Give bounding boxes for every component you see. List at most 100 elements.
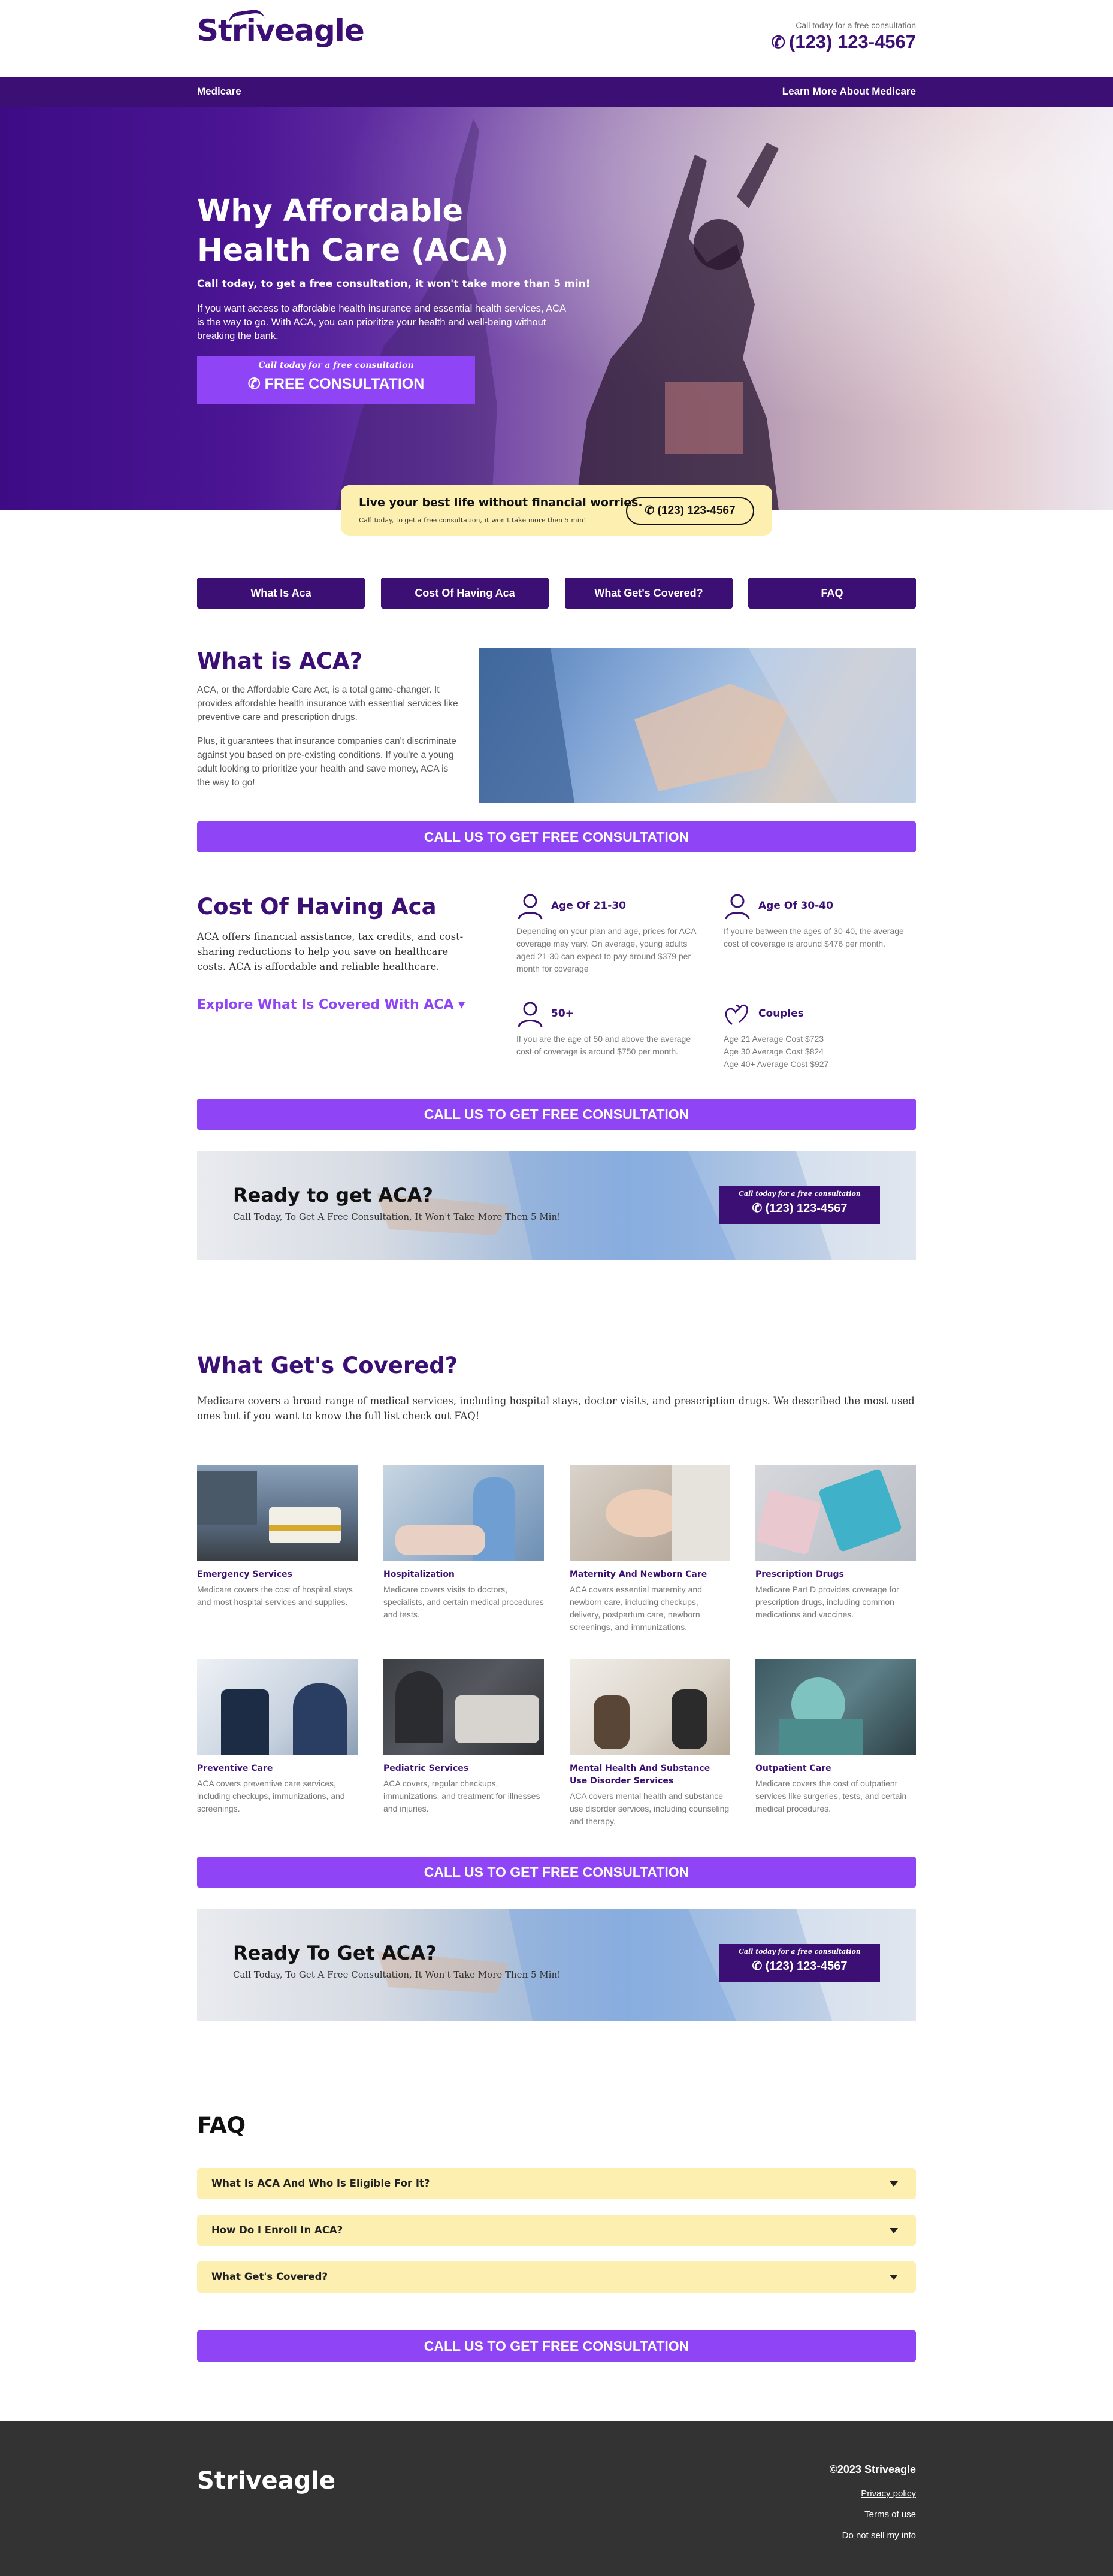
card-hospitalization: Hospitalization Medicare covers visits t… bbox=[383, 1465, 544, 1621]
what-is-p2: Plus, it guarantees that insurance compa… bbox=[197, 736, 456, 788]
age-desc: Depending on your plan and age, prices f… bbox=[516, 926, 696, 973]
footer-link-privacy[interactable]: Privacy policy bbox=[861, 2489, 916, 2499]
callout-phone-button[interactable]: ✆ (123) 123-4567 bbox=[626, 497, 754, 525]
faq-question: What Is ACA And Who Is Eligible For It? bbox=[211, 2178, 430, 2189]
pills-photo bbox=[755, 1465, 916, 1561]
what-is-title: What is ACA? bbox=[197, 648, 363, 674]
newborn-photo bbox=[570, 1465, 730, 1561]
header-phone-block: Call today for a free consultation ✆ (123… bbox=[772, 20, 916, 53]
card-desc: ACA covers, regular checkups, immunizati… bbox=[383, 1779, 540, 1813]
faq-item-3[interactable]: What Get's Covered? bbox=[197, 2261, 916, 2293]
footer-copyright: ©2023 Striveagle bbox=[829, 2463, 916, 2475]
age-desc: Age 21 Average Cost $723 Age 30 Average … bbox=[724, 1033, 915, 1071]
cta-button-1[interactable]: CALL US TO GET FREE CONSULTATION bbox=[197, 821, 916, 852]
card-prescription: Prescription Drugs Medicare Part D provi… bbox=[755, 1465, 916, 1621]
card-title: Outpatient Care bbox=[755, 1764, 831, 1773]
cta-button-4[interactable]: CALL US TO GET FREE CONSULTATION bbox=[197, 2330, 916, 2362]
nav-link-medicare[interactable]: Medicare bbox=[197, 86, 241, 98]
hero-body: If you want access to affordable health … bbox=[197, 303, 566, 341]
banner-btn-top: Call today for a free consultation bbox=[739, 1948, 861, 1955]
callout-title: Live your best life without financial wo… bbox=[359, 496, 643, 509]
footer-logo[interactable]: Striveagle bbox=[197, 2467, 335, 2495]
age-block-couples: Couples Age 21 Average Cost $723 Age 30 … bbox=[724, 1000, 915, 1078]
banner-title: Ready to get ACA? bbox=[233, 1184, 433, 1207]
covered-title: What Get's Covered? bbox=[197, 1353, 458, 1378]
banner-title: Ready To Get ACA? bbox=[233, 1942, 437, 1964]
card-title: Pediatric Services bbox=[383, 1764, 469, 1773]
hero-btn-label: FREE CONSULTATION bbox=[264, 376, 425, 392]
hero-subtitle: Call today, to get a free consultation, … bbox=[197, 278, 591, 290]
phone-icon: ✆ bbox=[645, 504, 658, 517]
card-outpatient: Outpatient Care Medicare covers the cost… bbox=[755, 1659, 916, 1815]
card-desc: ACA covers essential maternity and newbo… bbox=[570, 1585, 702, 1632]
card-title: Emergency Services bbox=[197, 1570, 292, 1579]
age-title: 50+ bbox=[551, 1008, 574, 1020]
banner-phone-button[interactable]: Call today for a free consultation ✆ (12… bbox=[719, 1944, 880, 1982]
header-phone-number: (123) 123-4567 bbox=[789, 31, 916, 52]
what-is-p1: ACA, or the Affordable Care Act, is a to… bbox=[197, 685, 458, 722]
card-emergency: Emergency Services Medicare covers the c… bbox=[197, 1465, 358, 1609]
couples-line-3: Age 40+ Average Cost $927 bbox=[724, 1059, 829, 1069]
faq-question: What Get's Covered? bbox=[211, 2271, 328, 2282]
card-title: Maternity And Newborn Care bbox=[570, 1570, 707, 1579]
tab-covered[interactable]: What Get's Covered? bbox=[565, 578, 733, 609]
card-desc: ACA covers preventive care services, inc… bbox=[197, 1779, 345, 1813]
hero-section: Why Affordable Health Care (ACA) Call to… bbox=[0, 107, 1113, 510]
hearts-icon bbox=[725, 1004, 748, 1025]
phone-icon: ✆ bbox=[752, 1960, 766, 1973]
footer-link-terms[interactable]: Terms of use bbox=[864, 2510, 916, 2520]
callout-sub: Call today, to get a free consultation, … bbox=[359, 516, 586, 524]
age-title: Age Of 21-30 bbox=[551, 900, 626, 912]
card-mental-health: Mental Health And Substance Use Disorder… bbox=[570, 1659, 730, 1828]
card-title: Hospitalization bbox=[383, 1570, 455, 1579]
ready-banner-1: Ready to get ACA? Call Today, To Get A F… bbox=[197, 1151, 916, 1260]
explore-link-text: Explore What Is Covered With ACA bbox=[197, 997, 454, 1012]
site-footer: Striveagle ©2023 Striveagle Privacy poli… bbox=[0, 2421, 1113, 2576]
faq-item-2[interactable]: How Do I Enroll In ACA? bbox=[197, 2215, 916, 2246]
chevron-down-icon bbox=[890, 2228, 898, 2233]
surgery-photo bbox=[755, 1659, 916, 1755]
header-phone-link[interactable]: ✆ (123) 123-4567 bbox=[772, 31, 916, 53]
tab-cost[interactable]: Cost Of Having Aca bbox=[381, 578, 549, 609]
covered-body: Medicare covers a broad range of medical… bbox=[197, 1395, 915, 1422]
ambulance-photo bbox=[197, 1465, 358, 1561]
tab-faq[interactable]: FAQ bbox=[748, 578, 916, 609]
banner-phone-number: (123) 123-4567 bbox=[765, 1960, 848, 1973]
card-desc: Medicare covers the cost of hospital sta… bbox=[197, 1585, 353, 1607]
age-title: Age Of 30-40 bbox=[758, 900, 833, 912]
footer-link-do-not-sell[interactable]: Do not sell my info bbox=[842, 2530, 916, 2541]
banner-sub: Call Today, To Get A Free Consultation, … bbox=[233, 1211, 561, 1222]
card-desc: Medicare Part D provides coverage for pr… bbox=[755, 1585, 899, 1619]
logo[interactable]: Striveagle bbox=[197, 8, 365, 48]
banner-phone-button[interactable]: Call today for a free consultation ✆ (12… bbox=[719, 1186, 880, 1224]
card-preventive: Preventive Care ACA covers preventive ca… bbox=[197, 1659, 358, 1815]
cta-button-3[interactable]: CALL US TO GET FREE CONSULTATION bbox=[197, 1857, 916, 1888]
banner-btn-top: Call today for a free consultation bbox=[739, 1190, 861, 1198]
chevron-down-icon bbox=[890, 2275, 898, 2280]
person-icon bbox=[518, 894, 543, 920]
phone-icon: ✆ bbox=[752, 1202, 766, 1215]
phone-icon: ✆ bbox=[771, 33, 785, 52]
caret-down-icon: ▾ bbox=[453, 997, 465, 1012]
nav-link-learn-more[interactable]: Learn More About Medicare bbox=[782, 86, 916, 98]
card-desc: Medicare covers visits to doctors, speci… bbox=[383, 1585, 544, 1619]
cost-body: ACA offers financial assistance, tax cre… bbox=[197, 931, 464, 972]
top-nav: Medicare Learn More About Medicare bbox=[0, 77, 1113, 107]
age-desc: If you're between the ages of 30-40, the… bbox=[724, 926, 904, 948]
age-block-30-40: Age Of 30-40 If you're between the ages … bbox=[724, 893, 915, 982]
card-title: Mental Health And Substance Use Disorder… bbox=[570, 1764, 710, 1786]
free-consultation-button[interactable]: Call today for a free consultation ✆ FRE… bbox=[197, 356, 475, 404]
faq-title: FAQ bbox=[197, 2112, 246, 2138]
tab-what-is-aca[interactable]: What Is Aca bbox=[197, 578, 365, 609]
cost-title: Cost Of Having Aca bbox=[197, 894, 437, 920]
explore-coverage-link[interactable]: Explore What Is Covered With ACA ▾ bbox=[197, 997, 465, 1012]
chevron-down-icon bbox=[890, 2181, 898, 2187]
callout-phone-number: (123) 123-4567 bbox=[657, 504, 736, 517]
person-icon bbox=[725, 894, 750, 920]
faq-question: How Do I Enroll In ACA? bbox=[211, 2224, 343, 2236]
site-header: Striveagle Call today for a free consult… bbox=[0, 0, 1113, 77]
faq-item-1[interactable]: What Is ACA And Who Is Eligible For It? bbox=[197, 2168, 916, 2199]
cta-button-2[interactable]: CALL US TO GET FREE CONSULTATION bbox=[197, 1099, 916, 1130]
card-pediatric: Pediatric Services ACA covers, regular c… bbox=[383, 1659, 544, 1815]
hospital-photo bbox=[383, 1465, 544, 1561]
